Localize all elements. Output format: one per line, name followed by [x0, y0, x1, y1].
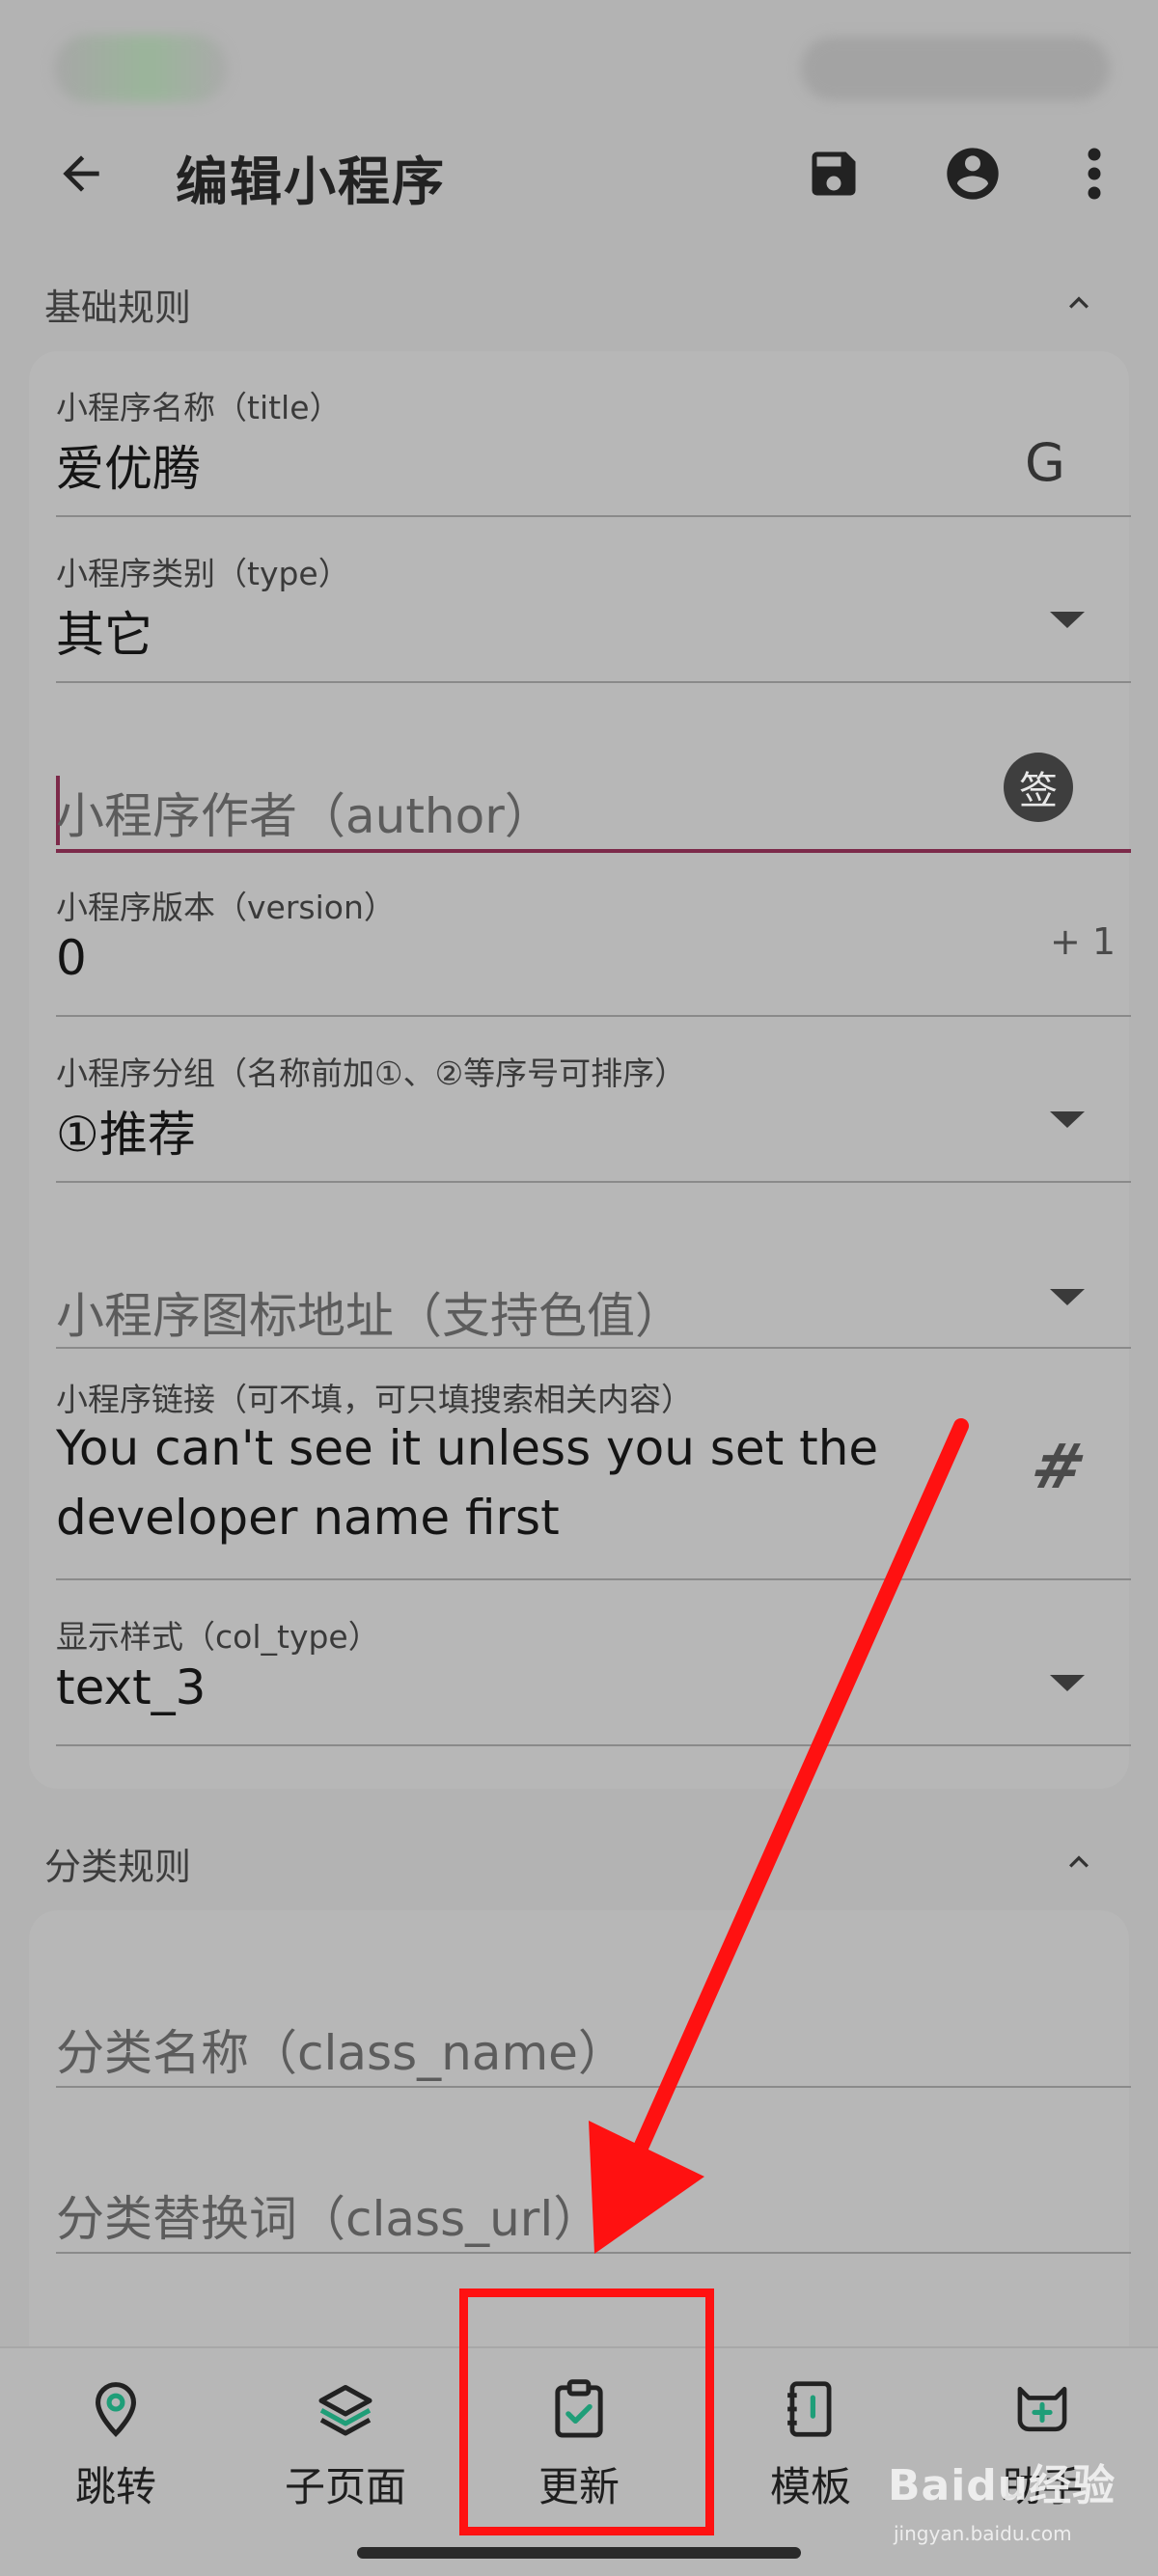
col-type-field[interactable]: 显示样式（col_type） text_3 [56, 1611, 1131, 1746]
link-field-value-line1[interactable]: You can't see it unless you set the [56, 1420, 878, 1476]
account-button[interactable] [934, 135, 1011, 212]
icon-url-dropdown-arrow[interactable] [1048, 1287, 1087, 1306]
more-vertical-icon [1088, 148, 1101, 200]
class-url-field-underline [56, 2252, 1131, 2254]
version-increment-button[interactable]: + 1 [1050, 920, 1116, 963]
group-field-underline [56, 1181, 1131, 1183]
section-title-basic: 基础规则 [44, 287, 192, 329]
status-bar-left-blurred [54, 35, 228, 102]
section-header-basic[interactable]: 基础规则 [0, 268, 1158, 345]
app-bar: 编辑小程序 [0, 135, 1158, 239]
type-field-underline [56, 681, 1131, 683]
dropdown-arrow-icon [1050, 612, 1085, 628]
account-icon [947, 148, 999, 200]
title-field[interactable]: 小程序名称（title） 爱优腾 G [56, 382, 1131, 517]
icon-url-field[interactable]: 小程序图标地址（支持色值） [56, 1277, 1131, 1349]
link-field-underline [56, 1578, 1131, 1580]
class-name-field-placeholder[interactable]: 分类名称（class_name） [56, 2014, 626, 2084]
version-field-label: 小程序版本（version） [56, 889, 396, 926]
nav-item-subpage[interactable]: 子页面 [249, 2348, 442, 2541]
col-type-field-underline [56, 1744, 1131, 1746]
group-dropdown-arrow[interactable] [1048, 1110, 1087, 1129]
col-type-dropdown-arrow[interactable] [1048, 1673, 1087, 1692]
robot-cat-icon [1013, 2377, 1071, 2441]
google-translate-button[interactable]: G [1025, 432, 1065, 493]
nav-label-jump: 跳转 [74, 2463, 156, 2510]
link-field-label: 小程序链接（可不填，可只填搜索相关内容） [56, 1381, 693, 1418]
basic-rules-card: 小程序名称（title） 爱优腾 G 小程序类别（type） 其它 小程序作者（… [29, 351, 1131, 1789]
class-name-field[interactable]: 分类名称（class_name） [56, 2014, 1131, 2092]
back-button[interactable] [42, 135, 120, 212]
signature-button[interactable]: 签 [1004, 753, 1073, 822]
author-field[interactable]: 小程序作者（author） 签 [56, 753, 1131, 853]
type-field[interactable]: 小程序类别（type） 其它 [56, 548, 1131, 683]
status-bar [0, 0, 1158, 135]
dropdown-arrow-icon [1050, 1675, 1085, 1691]
notebook-icon [782, 2377, 840, 2441]
location-pin-icon [87, 2377, 145, 2441]
group-field[interactable]: 小程序分组（名称前加①、②等序号可排序） ①推荐 [56, 1048, 1131, 1183]
hash-button[interactable]: # [1024, 1432, 1093, 1503]
nav-item-template[interactable]: 模板 [714, 2348, 907, 2541]
col-type-field-label: 显示样式（col_type） [56, 1618, 380, 1656]
class-url-field-placeholder[interactable]: 分类替换词（class_url） [56, 2180, 601, 2250]
annotation-highlight-box [459, 2288, 714, 2535]
baidu-watermark: Baidu经验 jingyan.baidu.com [888, 2451, 1119, 2547]
icon-url-field-placeholder[interactable]: 小程序图标地址（支持色值） [56, 1277, 683, 1347]
col-type-field-value[interactable]: text_3 [56, 1659, 207, 1715]
layers-icon [317, 2377, 374, 2441]
group-field-value[interactable]: ①推荐 [56, 1096, 196, 1165]
nav-label-template: 模板 [769, 2463, 851, 2510]
group-field-label: 小程序分组（名称前加①、②等序号可排序） [56, 1055, 687, 1092]
section-header-category[interactable]: 分类规则 [0, 1827, 1158, 1905]
link-field[interactable]: 小程序链接（可不填，可只填搜索相关内容） You can't see it un… [56, 1374, 1131, 1580]
chevron-up-icon[interactable] [1060, 1843, 1098, 1881]
dropdown-arrow-icon [1050, 1111, 1085, 1128]
icon-url-field-underline [56, 1347, 1131, 1349]
type-field-label: 小程序类别（type） [56, 555, 350, 592]
nav-item-jump[interactable]: 跳转 [19, 2348, 212, 2541]
title-field-underline [56, 515, 1131, 517]
version-field-underline [56, 1015, 1131, 1017]
title-field-value[interactable]: 爱优腾 [56, 430, 201, 500]
type-field-value[interactable]: 其它 [56, 596, 152, 666]
author-field-placeholder[interactable]: 小程序作者（author） [56, 778, 553, 847]
version-field-value[interactable]: 0 [56, 930, 87, 986]
title-field-label: 小程序名称（title） [56, 389, 342, 426]
watermark-sub: jingyan.baidu.com [894, 2522, 1072, 2545]
more-button[interactable] [1056, 135, 1133, 212]
version-field[interactable]: 小程序版本（version） 0 + 1 [56, 882, 1131, 1017]
status-bar-right-blurred [801, 37, 1110, 100]
author-field-underline [56, 849, 1131, 853]
home-indicator[interactable] [357, 2547, 801, 2559]
class-name-field-underline [56, 2086, 1131, 2088]
chevron-up-icon[interactable] [1060, 284, 1098, 322]
watermark-main: Baidu经验 [888, 2461, 1117, 2510]
page-title: 编辑小程序 [176, 151, 446, 212]
arrow-left-icon [63, 155, 99, 192]
save-button[interactable] [795, 135, 872, 212]
nav-label-subpage: 子页面 [284, 2463, 406, 2510]
type-dropdown-arrow[interactable] [1048, 610, 1087, 629]
section-title-category: 分类规则 [44, 1846, 192, 1888]
link-field-value-line2[interactable]: developer name first [56, 1490, 560, 1546]
dropdown-arrow-icon [1050, 1289, 1085, 1305]
class-url-field[interactable]: 分类替换词（class_url） [56, 2180, 1131, 2258]
save-icon [812, 151, 856, 196]
